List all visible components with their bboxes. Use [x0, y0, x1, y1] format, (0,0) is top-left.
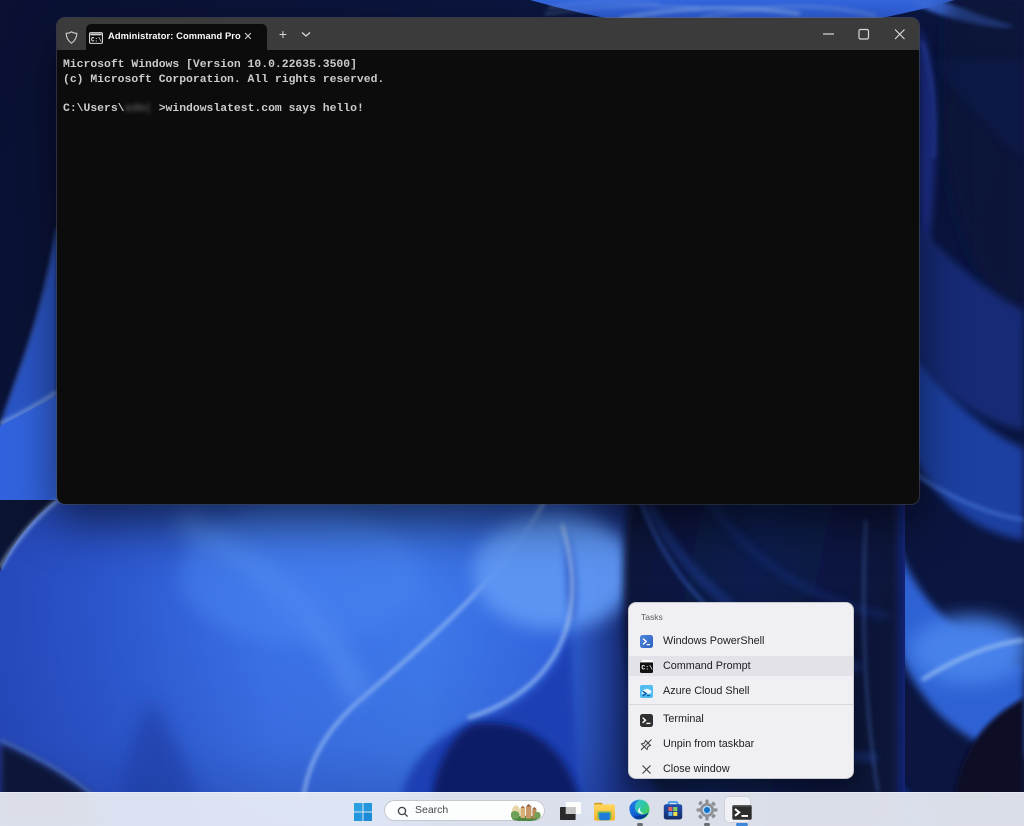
svg-text:C:\: C:\ — [90, 37, 101, 44]
svg-text:C:\: C:\ — [641, 665, 653, 672]
